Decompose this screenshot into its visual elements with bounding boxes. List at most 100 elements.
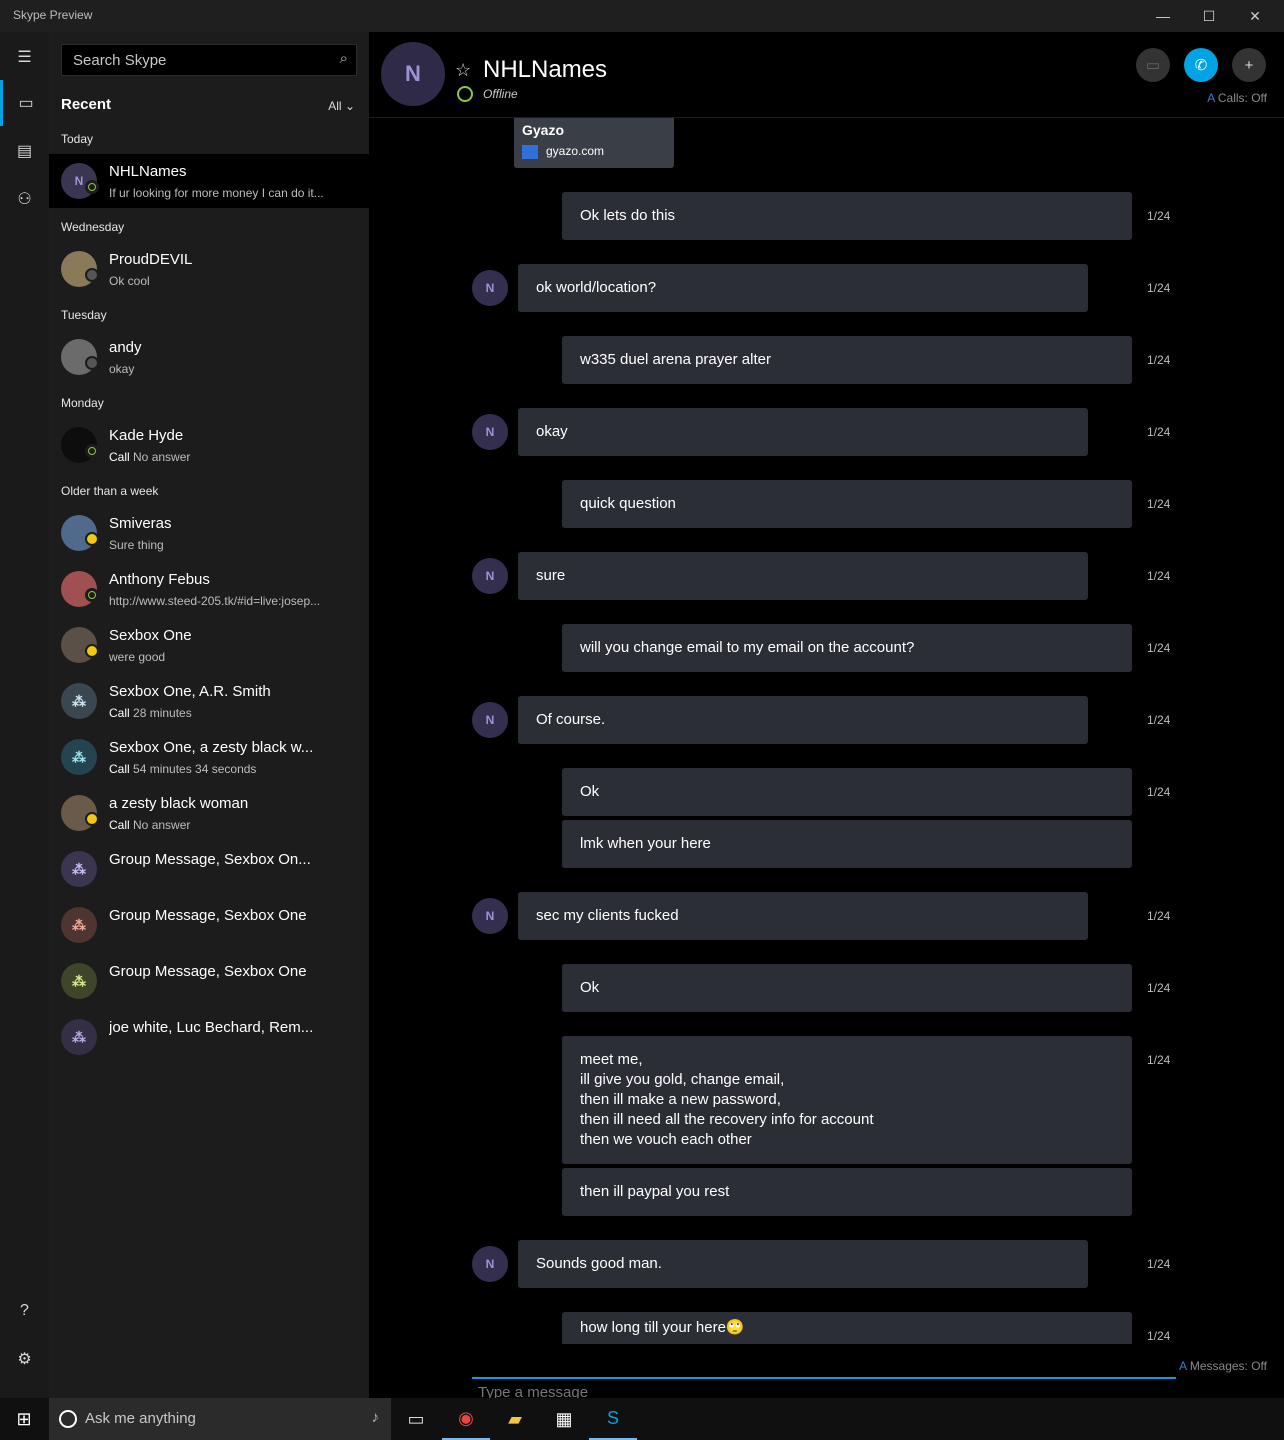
cortana-placeholder: Ask me anything <box>85 1410 196 1427</box>
add-people-button[interactable]: + <box>1232 48 1266 82</box>
conversation-preview: Call No answer <box>109 818 359 832</box>
link-preview-card[interactable]: Gyazo gyazo.com <box>514 118 674 168</box>
search-input[interactable]: Search Skype ⌕ <box>61 44 357 76</box>
conversation-item[interactable]: ⁂ Sexbox One, A.R. Smith Call 28 minutes <box>49 674 369 728</box>
filter-dropdown[interactable]: All ⌄ <box>328 99 355 113</box>
conversation-item[interactable]: Anthony Febus http://www.steed-205.tk/#i… <box>49 562 369 616</box>
outgoing-message[interactable]: then ill paypal you rest <box>562 1168 1132 1216</box>
conversation-item[interactable]: ⁂ Group Message, Sexbox On... <box>49 842 369 896</box>
outgoing-message[interactable]: Ok lets do this <box>562 192 1132 240</box>
conversation-item[interactable]: a zesty black woman Call No answer <box>49 786 369 840</box>
title-bar: Skype Preview — ☐ ✕ <box>0 0 1284 32</box>
incoming-message[interactable]: sec my clients fucked <box>518 892 1088 940</box>
message-time: 1/24 <box>1147 1329 1171 1343</box>
conversation-name: Group Message, Sexbox On... <box>109 851 311 868</box>
close-button[interactable]: ✕ <box>1232 0 1278 32</box>
outgoing-message[interactable]: w335 duel arena prayer alter <box>562 336 1132 384</box>
conversation-preview: Ok cool <box>109 274 150 288</box>
message-time: 1/24 <box>1147 353 1171 367</box>
incoming-message[interactable]: sure <box>518 552 1088 600</box>
message-time: 1/24 <box>1147 981 1171 995</box>
video-call-button[interactable]: ▭ <box>1136 48 1170 82</box>
conversation-item[interactable]: ⁂ joe white, Luc Bechard, Rem... <box>49 1010 369 1064</box>
chrome-icon[interactable]: ◉ <box>442 1398 490 1440</box>
conversation-name: Kade Hyde <box>109 427 184 444</box>
messages-translate-toggle[interactable]: A Messages: Off <box>1179 1359 1267 1373</box>
message-time: 1/24 <box>1147 1257 1171 1271</box>
filter-label: All <box>328 99 342 113</box>
search-icon[interactable]: ⌕ <box>340 50 348 67</box>
help-icon[interactable]: ? <box>0 1288 49 1334</box>
sender-avatar[interactable]: N <box>472 898 508 934</box>
conversation-item[interactable]: ⁂ Group Message, Sexbox One <box>49 898 369 952</box>
conversation-preview: okay <box>109 362 135 376</box>
sender-avatar[interactable]: N <box>472 702 508 738</box>
conversation-item[interactable]: ProudDEVIL Ok cool <box>49 242 369 296</box>
bots-icon[interactable]: ⚇ <box>0 176 49 222</box>
conversation-name: Anthony Febus <box>109 571 210 588</box>
conversation-name: Sexbox One, a zesty black w... <box>109 739 314 756</box>
call-label: Call <box>109 818 130 832</box>
outgoing-message[interactable]: quick question <box>562 480 1132 528</box>
unknown-status-icon <box>85 268 99 282</box>
conversation-item[interactable]: N NHLNames If ur looking for more money … <box>49 154 369 208</box>
sender-avatar[interactable]: N <box>472 558 508 594</box>
message-time: 1/24 <box>1147 425 1171 439</box>
chats-icon[interactable]: ▭ <box>0 80 49 126</box>
maximize-button[interactable]: ☐ <box>1186 0 1232 32</box>
conversation-item[interactable]: Smiveras Sure thing <box>49 506 369 560</box>
outgoing-message[interactable]: lmk when your here <box>562 820 1132 868</box>
incoming-message[interactable]: okay <box>518 408 1088 456</box>
outgoing-message[interactable]: Ok <box>562 964 1132 1012</box>
store-icon[interactable]: ▦ <box>540 1398 588 1440</box>
microphone-icon[interactable]: ♪ <box>372 1409 380 1426</box>
conversation-name: Smiveras <box>109 515 172 532</box>
outgoing-message[interactable]: how long till your here🙄 <box>562 1312 1132 1344</box>
message-time: 1/24 <box>1147 209 1171 223</box>
minimize-button[interactable]: — <box>1140 0 1186 32</box>
conversation-item[interactable]: ⁂ Sexbox One, a zesty black w... Call 54… <box>49 730 369 784</box>
sender-avatar[interactable]: N <box>472 414 508 450</box>
calls-translate-toggle[interactable]: A Calls: Off <box>1207 91 1267 105</box>
group-header-today: Today <box>61 132 94 146</box>
conversation-name: NHLNames <box>109 163 187 180</box>
link-domain: gyazo.com <box>546 144 605 158</box>
message-time: 1/24 <box>1147 909 1171 923</box>
settings-gear-icon[interactable]: ⚙ <box>0 1336 49 1382</box>
conversation-preview: were good <box>109 650 166 664</box>
group-header-tuesday: Tuesday <box>61 308 107 322</box>
outgoing-message[interactable]: meet me, ill give you gold, change email… <box>562 1036 1132 1164</box>
translate-icon: A <box>1179 1359 1187 1373</box>
conversation-item[interactable]: Sexbox One were good <box>49 618 369 672</box>
conversation-item[interactable]: Kade Hyde Call No answer <box>49 418 369 472</box>
windows-start-icon[interactable]: ⊞ <box>0 1398 48 1440</box>
conversation-name: ProudDEVIL <box>109 251 193 268</box>
message-time: 1/24 <box>1147 713 1171 727</box>
favorite-star-icon[interactable]: ☆ <box>455 60 471 81</box>
message-time: 1/24 <box>1147 569 1171 583</box>
sender-avatar[interactable]: N <box>472 270 508 306</box>
conversation-preview: Call 54 minutes 34 seconds <box>109 762 359 776</box>
outgoing-message[interactable]: Ok <box>562 768 1132 816</box>
group-chat-icon: ⁂ <box>61 963 97 999</box>
hamburger-menu-icon[interactable]: ☰ <box>0 34 49 80</box>
chat-header: N ☆ NHLNames Offline ▭ ✆ + A Calls: Off <box>369 32 1284 118</box>
incoming-message[interactable]: Of course. <box>518 696 1088 744</box>
skype-icon[interactable]: S <box>589 1398 637 1440</box>
group-header-wednesday: Wednesday <box>61 220 125 234</box>
contacts-icon[interactable]: ▤ <box>0 128 49 174</box>
cortana-search-box[interactable]: Ask me anything ♪ <box>49 1398 391 1440</box>
call-label: Call <box>109 762 130 776</box>
incoming-message[interactable]: Sounds good man. <box>518 1240 1088 1288</box>
outgoing-message[interactable]: will you change email to my email on the… <box>562 624 1132 672</box>
chat-pane: N ☆ NHLNames Offline ▭ ✆ + A Calls: Off … <box>369 32 1284 1401</box>
message-time: 1/24 <box>1147 641 1171 655</box>
sender-avatar[interactable]: N <box>472 1246 508 1282</box>
audio-call-button[interactable]: ✆ <box>1184 48 1218 82</box>
conversation-item[interactable]: andy okay <box>49 330 369 384</box>
conversation-item[interactable]: ⁂ Group Message, Sexbox One <box>49 954 369 1008</box>
task-view-icon[interactable]: ▭ <box>392 1398 440 1440</box>
file-explorer-icon[interactable]: ▰ <box>491 1398 539 1440</box>
incoming-message[interactable]: ok world/location? <box>518 264 1088 312</box>
contact-avatar[interactable]: N <box>381 42 445 106</box>
